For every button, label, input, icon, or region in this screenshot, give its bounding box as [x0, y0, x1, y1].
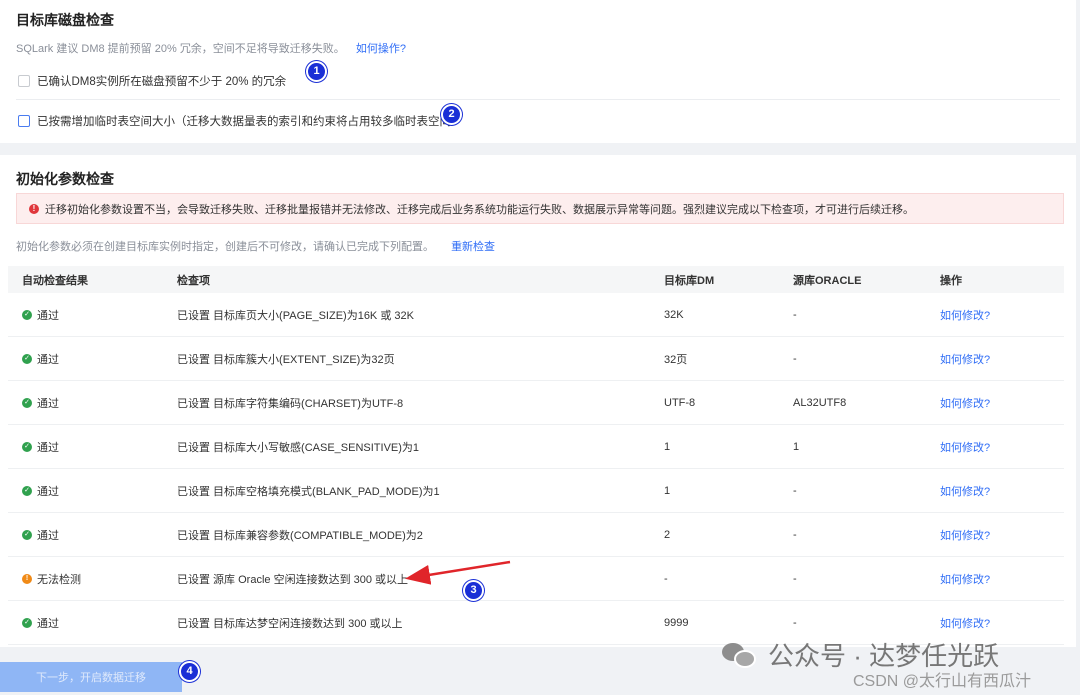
- col-header-item: 检查项: [177, 274, 210, 287]
- table-body: ✓ 通过 已设置 目标库页大小(PAGE_SIZE)为16K 或 32K 32K - 如何…: [8, 293, 1064, 645]
- check-circle-icon: ✓: [22, 441, 32, 452]
- recheck-link[interactable]: 重新检查: [451, 241, 495, 253]
- check-item-cell: 已设置 目标库兼容参数(COMPATIBLE_MODE)为2: [177, 529, 423, 542]
- source-oracle-cell: -: [793, 484, 797, 497]
- error-icon: !: [29, 203, 39, 214]
- disk-check-panel: 目标库磁盘检查 SQLark 建议 DM8 提前预留 20% 冗余，空间不足将导…: [0, 0, 1076, 143]
- result-cell: ! 无法检测: [8, 571, 163, 587]
- temp-space-check-label: 已按需增加临时表空间大小（迁移大数据量表的索引和约束将占用较多临时表空间）: [37, 116, 463, 128]
- init-params-panel: 初始化参数检查 ! 迁移初始化参数设置不当，会导致迁移失败、迁移批量报错并无法修…: [0, 155, 1076, 647]
- check-circle-icon: ✓: [22, 529, 32, 540]
- target-dm-cell: 32K: [664, 308, 684, 321]
- check-item-cell: 已设置 目标库页大小(PAGE_SIZE)为16K 或 32K: [177, 309, 414, 322]
- check-item-cell: 已设置 目标库大小写敏感(CASE_SENSITIVE)为1: [177, 441, 420, 454]
- table-row: ✓ 通过 已设置 目标库字符集编码(CHARSET)为UTF-8 UTF-8 AL32U…: [8, 381, 1064, 425]
- result-cell: ✓ 通过: [8, 527, 163, 543]
- result-status: 通过: [37, 485, 59, 498]
- checkbox[interactable]: [18, 115, 30, 127]
- result-status: 无法检测: [37, 573, 81, 586]
- result-status: 通过: [37, 353, 59, 366]
- source-oracle-cell: -: [793, 308, 797, 321]
- alert-text: 迁移初始化参数设置不当，会导致迁移失败、迁移批量报错并无法修改、迁移完成后业务系…: [45, 203, 914, 216]
- how-to-modify-link[interactable]: 如何修改?: [926, 615, 1064, 631]
- check-item-cell: 已设置 目标库空格填充模式(BLANK_PAD_MODE)为1: [177, 485, 440, 498]
- warning-circle-icon: !: [22, 573, 32, 584]
- result-status: 通过: [37, 617, 59, 630]
- check-item-cell: 已设置 目标库达梦空闲连接数达到 300 或以上: [177, 617, 403, 630]
- init-params-note-text: 初始化参数必须在创建目标库实例时指定，创建后不可修改，请确认已完成下列配置。: [16, 241, 434, 253]
- check-circle-icon: ✓: [22, 309, 32, 320]
- check-circle-icon: ✓: [22, 353, 32, 364]
- how-to-modify-link[interactable]: 如何修改?: [926, 351, 1064, 367]
- table-row: ✓ 通过 已设置 目标库空格填充模式(BLANK_PAD_MODE)为1 1 - 如何修改…: [8, 469, 1064, 513]
- result-status: 通过: [37, 529, 59, 542]
- disk-reserve-check-label: 已确认DM8实例所在磁盘预留不少于 20% 的冗余: [37, 76, 287, 88]
- col-header-result: 自动检查结果: [22, 274, 88, 287]
- how-to-modify-link[interactable]: 如何修改?: [926, 571, 1064, 587]
- annotation-badge-1: 1: [306, 61, 327, 82]
- error-alert: ! 迁移初始化参数设置不当，会导致迁移失败、迁移批量报错并无法修改、迁移完成后业…: [16, 193, 1064, 224]
- target-dm-cell: 1: [664, 440, 671, 453]
- result-cell: ✓ 通过: [8, 483, 163, 499]
- watermark-credit: CSDN @太行山有西瓜汁: [853, 673, 1032, 690]
- disk-check-title: 目标库磁盘检查: [16, 12, 114, 28]
- target-dm-cell: 1: [664, 484, 671, 497]
- check-circle-icon: ✓: [22, 397, 32, 408]
- target-dm-cell: 2: [664, 528, 671, 541]
- how-to-modify-link[interactable]: 如何修改?: [926, 395, 1064, 411]
- col-header-source-oracle: 源库ORACLE: [793, 274, 862, 287]
- result-status: 通过: [37, 397, 59, 410]
- check-item-cell: 已设置 目标库簇大小(EXTENT_SIZE)为32页: [177, 353, 395, 366]
- init-params-table: 自动检查结果 检查项 目标库DM 源库ORACLE 操作 ✓ 通过 已设置 目标库页…: [8, 266, 1064, 645]
- result-cell: ✓ 通过: [8, 395, 163, 411]
- how-to-modify-link[interactable]: 如何修改?: [926, 527, 1064, 543]
- result-status: 通过: [37, 309, 59, 322]
- divider: [16, 99, 1060, 100]
- check-circle-icon: ✓: [22, 485, 32, 496]
- wechat-icon: [722, 641, 758, 669]
- annotation-arrow: [405, 560, 511, 585]
- table-row: ! 无法检测 已设置 源库 Oracle 空闲连接数达到 300 或以上 - - 如何修改…: [8, 557, 1064, 601]
- source-oracle-cell: 1: [793, 440, 800, 453]
- annotation-badge-4: 4: [179, 661, 200, 682]
- result-status: 通过: [37, 441, 59, 454]
- disk-check-hint: SQLark 建议 DM8 提前预留 20% 冗余，空间不足将导致迁移失败。 如…: [16, 40, 406, 56]
- target-dm-cell: UTF-8: [664, 396, 696, 409]
- how-to-operate-link[interactable]: 如何操作?: [356, 43, 406, 55]
- check-circle-icon: ✓: [22, 617, 32, 628]
- how-to-modify-link[interactable]: 如何修改?: [926, 483, 1064, 499]
- checkbox[interactable]: [18, 75, 30, 87]
- col-header-action: 操作: [940, 274, 962, 287]
- result-cell: ✓ 通过: [8, 439, 163, 455]
- next-start-migration-button[interactable]: 下一步，开启数据迁移: [0, 662, 182, 692]
- table-row: ✓ 通过 已设置 目标库簇大小(EXTENT_SIZE)为32页 32页 - 如何修改?: [8, 337, 1064, 381]
- table-row: ✓ 通过 已设置 目标库页大小(PAGE_SIZE)为16K 或 32K 32K - 如何…: [8, 293, 1064, 337]
- target-dm-cell: 9999: [664, 616, 689, 629]
- target-dm-cell: 32页: [664, 353, 688, 366]
- check-item-cell: 已设置 目标库字符集编码(CHARSET)为UTF-8: [177, 397, 404, 410]
- source-oracle-cell: AL32UTF8: [793, 396, 847, 409]
- temp-space-check[interactable]: 已按需增加临时表空间大小（迁移大数据量表的索引和约束将占用较多临时表空间）: [18, 113, 463, 129]
- source-oracle-cell: -: [793, 616, 797, 629]
- annotation-badge-2: 2: [441, 104, 462, 125]
- source-oracle-cell: -: [793, 528, 797, 541]
- init-params-note: 初始化参数必须在创建目标库实例时指定，创建后不可修改，请确认已完成下列配置。 重…: [16, 238, 495, 254]
- source-oracle-cell: -: [793, 572, 797, 585]
- col-header-target-dm: 目标库DM: [664, 274, 715, 287]
- disk-check-hint-text: SQLark 建议 DM8 提前预留 20% 冗余，空间不足将导致迁移失败。: [16, 43, 345, 55]
- how-to-modify-link[interactable]: 如何修改?: [926, 439, 1064, 455]
- result-cell: ✓ 通过: [8, 615, 163, 631]
- how-to-modify-link[interactable]: 如何修改?: [926, 307, 1064, 323]
- table-row: ✓ 通过 已设置 目标库兼容参数(COMPATIBLE_MODE)为2 2 - 如何修改?: [8, 513, 1064, 557]
- target-dm-cell: -: [664, 572, 668, 585]
- result-cell: ✓ 通过: [8, 307, 163, 323]
- init-params-title: 初始化参数检查: [16, 171, 114, 187]
- table-row: ✓ 通过 已设置 目标库大小写敏感(CASE_SENSITIVE)为1 1 1 如何修改?: [8, 425, 1064, 469]
- table-header: 自动检查结果 检查项 目标库DM 源库ORACLE 操作: [8, 266, 1064, 293]
- source-oracle-cell: -: [793, 352, 797, 365]
- disk-reserve-check[interactable]: 已确认DM8实例所在磁盘预留不少于 20% 的冗余: [18, 73, 286, 89]
- annotation-badge-3: 3: [463, 580, 484, 601]
- result-cell: ✓ 通过: [8, 351, 163, 367]
